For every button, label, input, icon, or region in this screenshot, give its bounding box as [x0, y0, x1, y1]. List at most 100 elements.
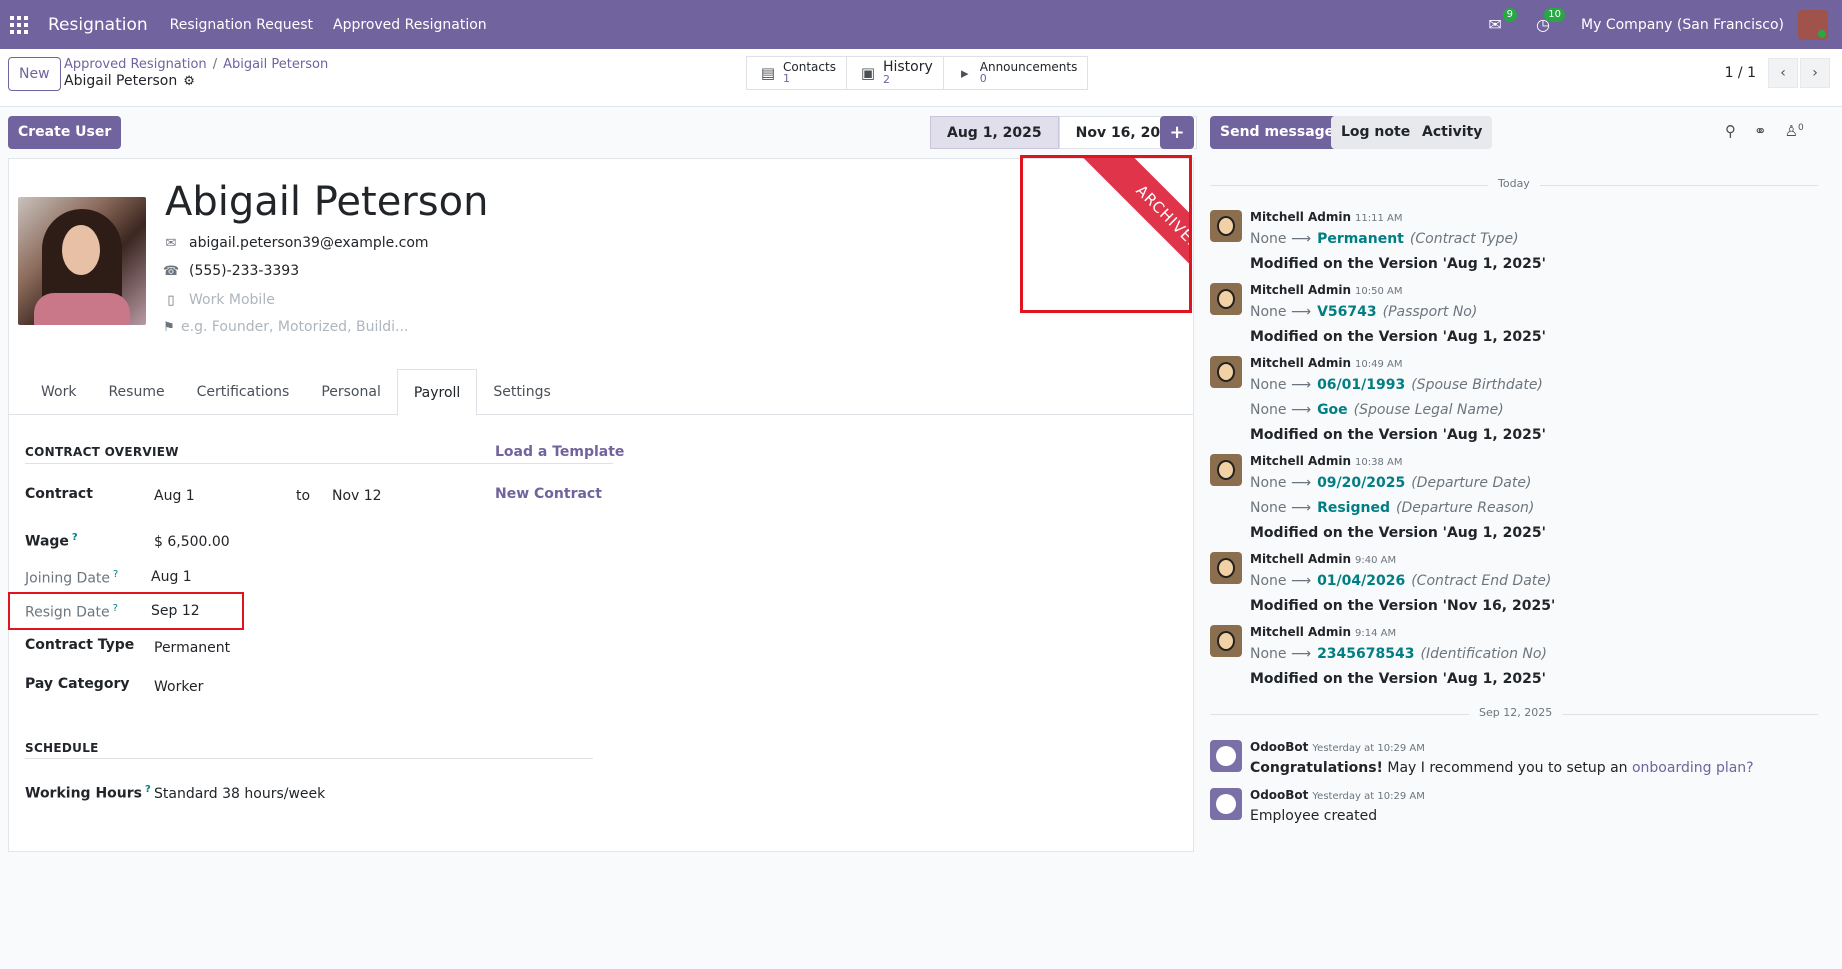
arrow-icon: ⟶: [1290, 377, 1312, 393]
phone-field[interactable]: (555)-233-3393: [189, 263, 299, 279]
contract-to-label: to: [296, 488, 311, 504]
pager-value[interactable]: 1 / 1: [1725, 65, 1756, 81]
arrow-icon: ⟶: [1290, 231, 1312, 247]
menu-approved-resignation[interactable]: Approved Resignation: [333, 17, 487, 33]
message-author: Mitchell Admin 10:38 AM: [1250, 454, 1403, 468]
author-name[interactable]: Mitchell Admin: [1250, 552, 1351, 566]
tab-personal[interactable]: Personal: [305, 369, 397, 414]
followers-count: 0: [1798, 123, 1804, 133]
arrow-icon: ⟶: [1290, 475, 1312, 491]
gear-icon[interactable]: ⚙: [183, 74, 195, 89]
announcements-smart-button[interactable]: ▸ Announcements 0: [943, 57, 1088, 89]
arrow-icon: ⟶: [1290, 646, 1312, 662]
divider-label-sep12: Sep 12, 2025: [1469, 706, 1563, 719]
version-date-aug[interactable]: Aug 1, 2025: [930, 116, 1059, 149]
pager-next-icon[interactable]: ›: [1800, 58, 1830, 88]
working-hours-field[interactable]: Standard 38 hours/week: [154, 786, 325, 802]
paperclip-icon[interactable]: ⚭: [1754, 122, 1767, 140]
tab-certifications[interactable]: Certifications: [181, 369, 306, 414]
activities-clock-icon[interactable]: ◷ 10: [1533, 7, 1566, 34]
mobile-icon: ▯: [167, 292, 175, 308]
tags-row: ⚑ e.g. Founder, Motorized, Buildi...: [161, 319, 408, 335]
field-name: (Passport No): [1382, 304, 1478, 320]
help-tooltip-icon[interactable]: ?: [113, 569, 118, 580]
version-date-selector: Aug 1, 2025 Nov 16, 2025: [930, 116, 1197, 149]
email-row: ✉ abigail.peterson39@example.com: [163, 235, 429, 251]
followers-icon[interactable]: ♙0: [1785, 122, 1804, 140]
joining-date-label: Joining Date?: [25, 569, 118, 587]
odoobot-avatar[interactable]: [1210, 740, 1242, 772]
tab-payroll[interactable]: Payroll: [396, 369, 478, 416]
tracking-change: None ⟶ Goe (Spouse Legal Name): [1250, 402, 1504, 418]
search-icon[interactable]: ⚲: [1725, 122, 1736, 140]
employee-photo[interactable]: [18, 197, 146, 325]
wage-field[interactable]: $ 6,500.00: [154, 534, 230, 550]
apps-menu-icon[interactable]: [10, 15, 28, 34]
menu-resignation-request[interactable]: Resignation Request: [170, 17, 313, 33]
author-name[interactable]: OdooBot: [1250, 740, 1308, 754]
author-name[interactable]: OdooBot: [1250, 788, 1308, 802]
email-field[interactable]: abigail.peterson39@example.com: [189, 235, 429, 251]
tab-work[interactable]: Work: [25, 369, 92, 414]
author-avatar[interactable]: [1210, 283, 1242, 315]
message-author: OdooBot Yesterday at 10:29 AM: [1250, 740, 1425, 754]
field-name: (Contract Type): [1409, 231, 1519, 247]
help-tooltip-icon[interactable]: ?: [72, 532, 78, 543]
pager: 1 / 1 ‹ ›: [1725, 56, 1842, 90]
tab-settings[interactable]: Settings: [477, 369, 566, 414]
create-user-button[interactable]: Create User: [8, 116, 122, 149]
author-name[interactable]: Mitchell Admin: [1250, 210, 1351, 224]
add-version-button[interactable]: +: [1160, 116, 1194, 149]
author-avatar[interactable]: [1210, 210, 1242, 242]
section-divider: [25, 758, 593, 759]
contract-start-field[interactable]: Aug 1: [154, 488, 195, 504]
author-avatar[interactable]: [1210, 454, 1242, 486]
tags-field[interactable]: e.g. Founder, Motorized, Buildi...: [181, 319, 408, 335]
log-note-button[interactable]: Log note: [1331, 116, 1421, 149]
history-smart-button[interactable]: ▣ History 2: [846, 57, 944, 89]
company-switcher[interactable]: My Company (San Francisco): [1581, 17, 1784, 33]
send-message-button[interactable]: Send message: [1210, 116, 1345, 149]
tracking-change: None ⟶ 01/04/2026 (Contract End Date): [1250, 573, 1551, 589]
contract-type-field[interactable]: Permanent: [154, 640, 230, 656]
author-name[interactable]: Mitchell Admin: [1250, 454, 1351, 468]
joining-date-field[interactable]: Aug 1: [151, 569, 192, 585]
pay-category-field[interactable]: Worker: [154, 679, 203, 695]
onboarding-plan-link[interactable]: onboarding plan?: [1632, 760, 1754, 776]
app-brand[interactable]: Resignation: [48, 15, 148, 35]
contract-end-field[interactable]: Nov 12: [332, 488, 382, 504]
message-author: Mitchell Admin 9:40 AM: [1250, 552, 1396, 566]
author-name[interactable]: Mitchell Admin: [1250, 283, 1351, 297]
new-contract-link[interactable]: New Contract: [495, 486, 602, 502]
pager-previous-icon[interactable]: ‹: [1768, 58, 1798, 88]
field-name: (Spouse Legal Name): [1353, 402, 1504, 418]
author-avatar[interactable]: [1210, 552, 1242, 584]
phone-icon: ☎: [163, 263, 180, 279]
activity-button[interactable]: Activity: [1412, 116, 1493, 149]
working-hours-label: Working Hours?: [25, 784, 151, 802]
new-value: Permanent: [1317, 231, 1404, 247]
tab-resume[interactable]: Resume: [92, 369, 180, 414]
messages-icon[interactable]: ✉ 9: [1485, 7, 1518, 34]
author-avatar[interactable]: [1210, 356, 1242, 388]
odoobot-avatar[interactable]: [1210, 788, 1242, 820]
contacts-smart-button[interactable]: ▤ Contacts 1: [747, 57, 847, 89]
help-tooltip-icon[interactable]: ?: [145, 784, 151, 795]
message-note: Modified on the Version 'Aug 1, 2025': [1250, 256, 1546, 272]
author-name[interactable]: Mitchell Admin: [1250, 356, 1351, 370]
breadcrumb-parent[interactable]: Approved Resignation: [64, 57, 207, 72]
author-name[interactable]: Mitchell Admin: [1250, 625, 1351, 639]
control-panel: New Approved Resignation / Abigail Peterso…: [0, 49, 1842, 107]
smart-button-count: 0: [979, 72, 987, 85]
mobile-field[interactable]: Work Mobile: [189, 292, 275, 308]
contract-type-label: Contract Type: [25, 637, 135, 653]
divider-label-today: Today: [1488, 177, 1540, 190]
user-avatar[interactable]: [1798, 9, 1828, 40]
tracking-change: None ⟶ 2345678543 (Identification No): [1250, 646, 1547, 662]
new-button[interactable]: New: [8, 57, 61, 91]
load-template-link[interactable]: Load a Template: [495, 444, 624, 460]
employee-name[interactable]: Abigail Peterson: [165, 179, 488, 225]
breadcrumb-current[interactable]: Abigail Peterson: [223, 57, 328, 72]
author-avatar[interactable]: [1210, 625, 1242, 657]
smart-button-count: 1: [783, 72, 790, 85]
